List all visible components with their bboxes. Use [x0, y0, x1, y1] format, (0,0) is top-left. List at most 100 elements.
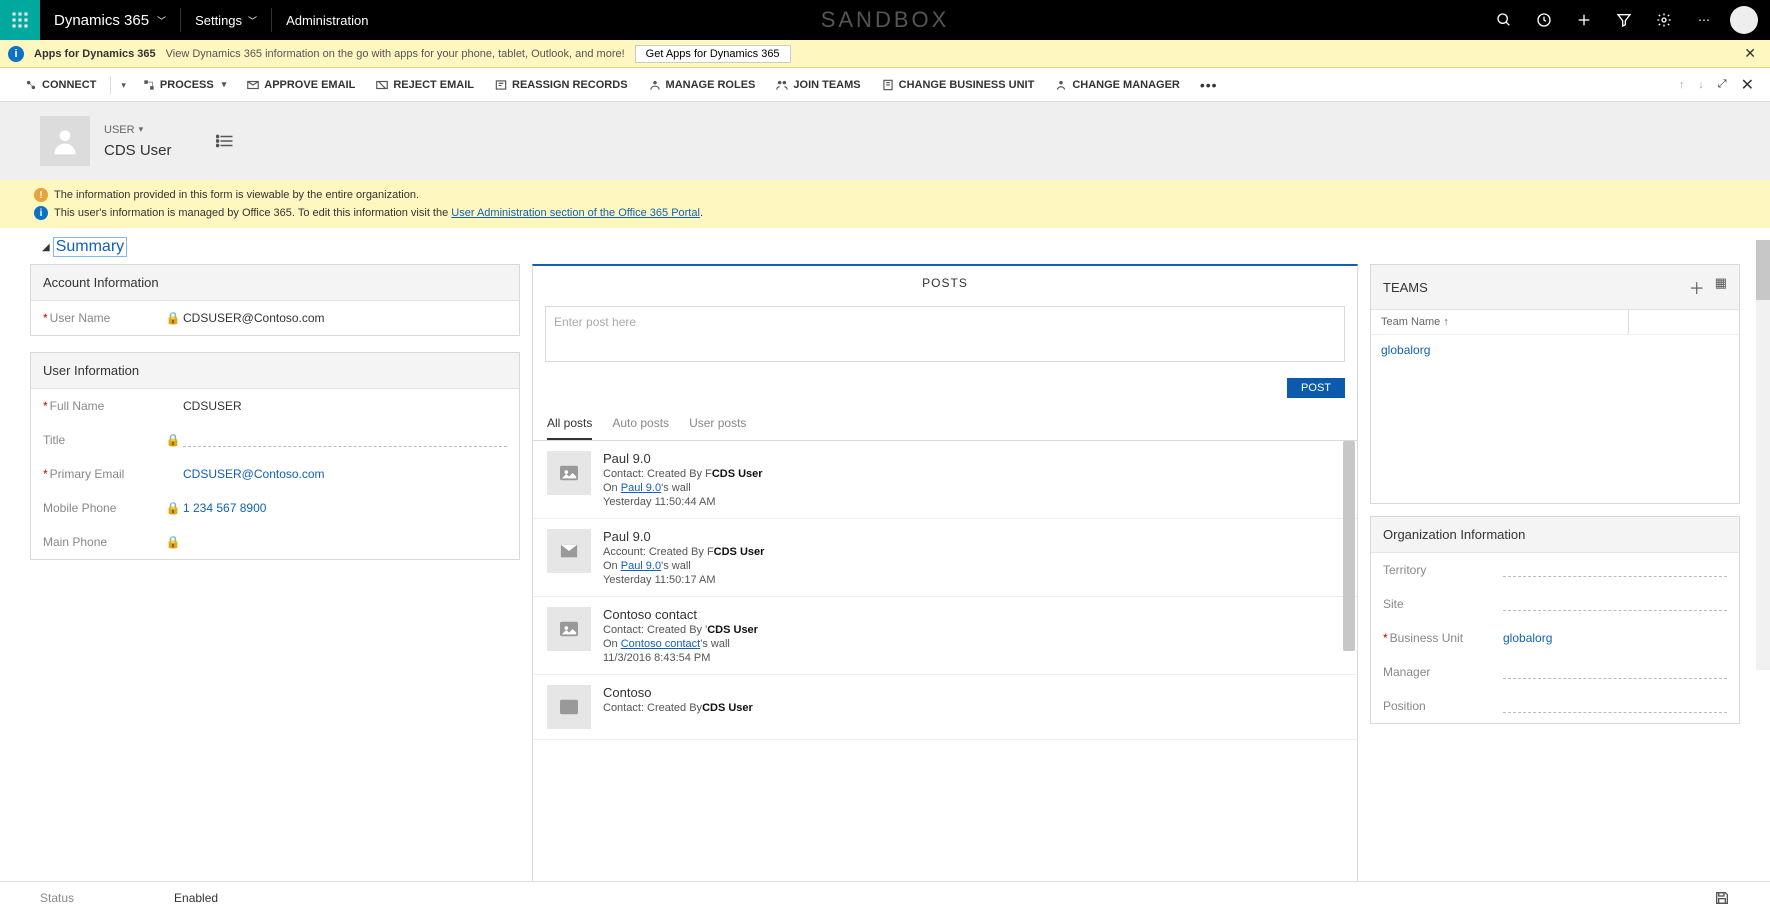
- cmd-label: REJECT EMAIL: [393, 79, 474, 91]
- grid-view-button[interactable]: ▦: [1715, 275, 1727, 299]
- nav-down-button[interactable]: ↓: [1698, 79, 1704, 91]
- save-button[interactable]: [1714, 890, 1730, 906]
- post-actor[interactable]: CDS User: [712, 468, 763, 480]
- scrollbar-thumb[interactable]: [1756, 240, 1770, 300]
- connect-dropdown[interactable]: ▾: [117, 79, 130, 91]
- user-avatar-button[interactable]: [1726, 0, 1762, 40]
- post-timestamp: 11/3/2016 8:43:54 PM: [603, 652, 758, 664]
- team-row[interactable]: globalorg: [1371, 335, 1739, 365]
- teams-card: TEAMS ＋ ▦ Team Name ↑ globalorg: [1370, 264, 1740, 504]
- lock-icon: 🔒: [163, 433, 183, 447]
- filter-button[interactable]: [1606, 0, 1642, 40]
- post-list: Paul 9.0 Contact: Created By FCDS User O…: [533, 441, 1357, 884]
- tab-all-posts[interactable]: All posts: [547, 408, 592, 440]
- card-header: Organization Information: [1371, 517, 1739, 553]
- settings-dropdown[interactable]: Settings ﹀: [181, 13, 271, 28]
- post-actor[interactable]: CDS User: [714, 546, 765, 558]
- notice-text: The information provided in this form is…: [54, 189, 419, 201]
- post-thumb-icon: [547, 685, 591, 729]
- reassign-button[interactable]: REASSIGN RECORDS: [486, 78, 636, 92]
- post-action: Account: Created By F: [603, 546, 714, 558]
- settings-button[interactable]: [1646, 0, 1682, 40]
- tab-user-posts[interactable]: User posts: [689, 408, 746, 440]
- post-action: Contact: Created By: [603, 702, 702, 714]
- business-unit-value[interactable]: globalorg: [1503, 631, 1727, 645]
- recent-button[interactable]: [1526, 0, 1562, 40]
- field-label: Site: [1383, 597, 1503, 611]
- summary-section-header[interactable]: ◢ Summary: [30, 234, 1740, 264]
- post-wall-link[interactable]: Paul 9.0: [621, 560, 661, 572]
- post-button[interactable]: POST: [1287, 378, 1345, 398]
- post-wall-link[interactable]: Paul 9.0: [621, 482, 661, 494]
- more-button[interactable]: ⋯: [1686, 0, 1722, 40]
- create-button[interactable]: [1566, 0, 1602, 40]
- process-button[interactable]: PROCESS▾: [134, 78, 234, 92]
- get-apps-button[interactable]: Get Apps for Dynamics 365: [635, 45, 791, 63]
- nav-up-button[interactable]: ↑: [1679, 79, 1685, 91]
- warning-icon: !: [34, 188, 48, 202]
- change-manager-button[interactable]: CHANGE MANAGER: [1046, 78, 1188, 92]
- manager-icon: [1054, 78, 1068, 92]
- chevron-down-icon: ﹀: [248, 14, 257, 27]
- post-actor[interactable]: CDS User: [702, 702, 753, 714]
- reject-email-button[interactable]: REJECT EMAIL: [367, 78, 482, 92]
- promo-title: Apps for Dynamics 365: [34, 48, 156, 60]
- more-commands-button[interactable]: •••: [1192, 77, 1226, 93]
- cmd-label: CHANGE BUSINESS UNIT: [899, 79, 1035, 91]
- post-wall-link[interactable]: Contoso contact: [621, 638, 701, 650]
- entity-label: USER: [104, 124, 135, 136]
- waffle-icon: [11, 11, 29, 29]
- record-avatar: [40, 116, 90, 166]
- save-icon: [1714, 890, 1730, 906]
- form-notices: ! The information provided in this form …: [0, 180, 1770, 228]
- lock-icon: 🔒: [163, 311, 183, 325]
- connect-button[interactable]: CONNECT: [16, 78, 104, 92]
- teams-column-header[interactable]: Team Name ↑: [1371, 310, 1739, 335]
- breadcrumb-label: Administration: [286, 13, 368, 28]
- close-promo-button[interactable]: ✕: [1738, 45, 1762, 62]
- approve-email-button[interactable]: APPROVE EMAIL: [238, 78, 363, 92]
- post-item[interactable]: Paul 9.0 Contact: Created By FCDS User O…: [533, 441, 1357, 519]
- popout-button[interactable]: ⤢: [1718, 78, 1727, 91]
- post-item[interactable]: Paul 9.0 Account: Created By FCDS User O…: [533, 519, 1357, 597]
- entity-label-dropdown[interactable]: USER▾: [104, 124, 172, 136]
- empty-value[interactable]: [1503, 576, 1727, 577]
- promo-desc: View Dynamics 365 information on the go …: [166, 48, 625, 60]
- related-records-button[interactable]: [216, 134, 234, 148]
- join-teams-button[interactable]: JOIN TEAMS: [767, 78, 868, 92]
- close-record-button[interactable]: ✕: [1741, 75, 1754, 95]
- post-input[interactable]: Enter post here: [545, 306, 1345, 362]
- org-info-card: Organization Information Territory Site …: [1370, 516, 1740, 724]
- notice-text: .: [700, 207, 703, 219]
- empty-value[interactable]: [1503, 678, 1727, 679]
- empty-value[interactable]: [1503, 610, 1727, 611]
- scrollbar-thumb[interactable]: [1343, 441, 1355, 651]
- roles-icon: [648, 78, 662, 92]
- search-button[interactable]: [1486, 0, 1522, 40]
- page-scrollbar[interactable]: [1756, 240, 1770, 670]
- post-actor[interactable]: CDS User: [707, 624, 758, 636]
- card-header: User Information: [31, 353, 519, 389]
- post-action: Contact: Created By ': [603, 624, 707, 636]
- add-team-button[interactable]: ＋: [1689, 275, 1705, 299]
- tab-auto-posts[interactable]: Auto posts: [612, 408, 669, 440]
- empty-value[interactable]: [1503, 712, 1727, 713]
- app-launcher-button[interactable]: [0, 0, 40, 40]
- manage-roles-button[interactable]: MANAGE ROLES: [640, 78, 764, 92]
- cmd-label: CHANGE MANAGER: [1072, 79, 1180, 91]
- chevron-down-icon: ▾: [222, 79, 227, 90]
- post-item[interactable]: Contoso contact Contact: Created By 'CDS…: [533, 597, 1357, 675]
- brand-dropdown[interactable]: Dynamics 365 ﹀: [40, 12, 180, 29]
- lock-icon: 🔒: [163, 501, 183, 515]
- o365-portal-link[interactable]: User Administration section of the Offic…: [451, 207, 700, 219]
- change-bu-button[interactable]: CHANGE BUSINESS UNIT: [873, 78, 1043, 92]
- post-item[interactable]: Contoso Contact: Created ByCDS User: [533, 675, 1357, 740]
- card-header: TEAMS: [1383, 280, 1428, 295]
- breadcrumb-admin[interactable]: Administration: [272, 13, 382, 28]
- mobile-value[interactable]: 1 234 567 8900: [183, 501, 507, 515]
- field-label: Primary Email: [50, 467, 125, 481]
- reassign-icon: [494, 78, 508, 92]
- section-title: Summary: [54, 238, 126, 256]
- email-value[interactable]: CDSUSER@Contoso.com: [183, 467, 507, 481]
- field-label: Mobile Phone: [43, 501, 116, 515]
